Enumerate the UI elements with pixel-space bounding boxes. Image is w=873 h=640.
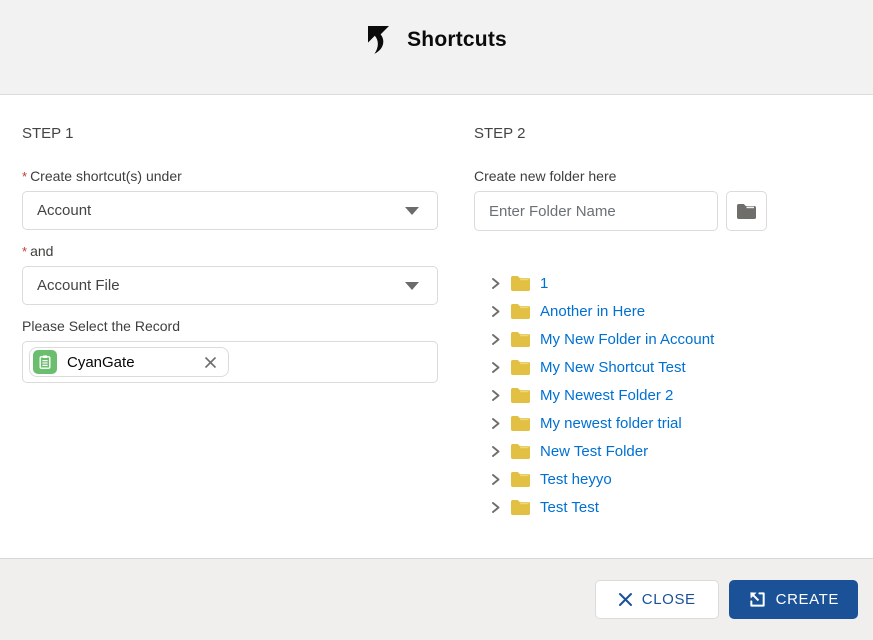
folder-link[interactable]: New Test Folder xyxy=(540,443,648,460)
folder-tree-row[interactable]: Test heyyo xyxy=(490,465,851,493)
chevron-down-icon xyxy=(405,207,419,215)
folder-link[interactable]: Test Test xyxy=(540,499,599,516)
required-marker: * xyxy=(22,244,27,259)
step2-panel: STEP 2 Create new folder here xyxy=(474,125,851,558)
folder-icon xyxy=(510,331,531,348)
chevron-right-icon[interactable] xyxy=(490,361,501,374)
folder-link[interactable]: 1 xyxy=(540,275,548,292)
close-icon xyxy=(618,592,633,607)
folder-icon xyxy=(736,203,757,220)
new-folder-label: Create new folder here xyxy=(474,168,851,184)
create-under-value: Account xyxy=(37,202,91,219)
folder-icon xyxy=(510,499,531,516)
folder-icon xyxy=(510,359,531,376)
folder-tree-row[interactable]: My Newest Folder 2 xyxy=(490,381,851,409)
folder-icon xyxy=(510,443,531,460)
file-type-select[interactable]: Account File xyxy=(22,266,438,305)
step1-panel: STEP 1 *Create shortcut(s) under Account… xyxy=(22,125,438,558)
shortcuts-modal: Shortcuts STEP 1 *Create shortcut(s) und… xyxy=(0,0,873,640)
chevron-right-icon[interactable] xyxy=(490,277,501,290)
chevron-right-icon[interactable] xyxy=(490,417,501,430)
chevron-right-icon[interactable] xyxy=(490,501,501,514)
folder-link[interactable]: Test heyyo xyxy=(540,471,612,488)
folder-icon xyxy=(510,303,531,320)
step1-heading: STEP 1 xyxy=(22,125,438,142)
folder-link[interactable]: My New Folder in Account xyxy=(540,331,714,348)
required-marker: * xyxy=(22,169,27,184)
folder-tree-row[interactable]: My New Folder in Account xyxy=(490,325,851,353)
create-under-select[interactable]: Account xyxy=(22,191,438,230)
folder-link[interactable]: My Newest Folder 2 xyxy=(540,387,673,404)
folder-icon xyxy=(510,415,531,432)
create-under-label: *Create shortcut(s) under xyxy=(22,168,438,184)
folder-link[interactable]: Another in Here xyxy=(540,303,645,320)
step2-heading: STEP 2 xyxy=(474,125,851,142)
folder-tree-row[interactable]: Test Test xyxy=(490,493,851,521)
create-button[interactable]: CREATE xyxy=(729,580,858,619)
record-box[interactable]: CyanGate xyxy=(22,341,438,383)
record-pill[interactable]: CyanGate xyxy=(29,347,229,377)
folder-tree: 1 Another in Here xyxy=(474,269,851,521)
modal-header: Shortcuts xyxy=(0,0,873,95)
page-title: Shortcuts xyxy=(407,28,507,52)
chevron-right-icon[interactable] xyxy=(490,473,501,486)
close-button-label: CLOSE xyxy=(642,591,696,608)
modal-footer: CLOSE CREATE xyxy=(0,558,873,640)
close-button[interactable]: CLOSE xyxy=(595,580,719,619)
chevron-right-icon[interactable] xyxy=(490,445,501,458)
chevron-right-icon[interactable] xyxy=(490,333,501,346)
modal-body: STEP 1 *Create shortcut(s) under Account… xyxy=(0,95,873,558)
record-pill-name: CyanGate xyxy=(67,354,193,371)
chevron-right-icon[interactable] xyxy=(490,305,501,318)
folder-tree-row[interactable]: 1 xyxy=(490,269,851,297)
folder-icon xyxy=(510,275,531,292)
shortcut-arrow-icon xyxy=(366,25,393,56)
file-type-value: Account File xyxy=(37,277,120,294)
folder-icon xyxy=(510,387,531,404)
folder-tree-row[interactable]: My newest folder trial xyxy=(490,409,851,437)
remove-record-icon[interactable] xyxy=(203,355,218,370)
create-button-label: CREATE xyxy=(776,591,839,608)
folder-create-row xyxy=(474,191,851,231)
chevron-down-icon xyxy=(405,282,419,290)
create-folder-button[interactable] xyxy=(726,191,767,231)
folder-name-input[interactable] xyxy=(474,191,718,231)
account-record-icon xyxy=(33,350,57,374)
folder-icon xyxy=(510,471,531,488)
and-label: *and xyxy=(22,243,438,259)
folder-link[interactable]: My newest folder trial xyxy=(540,415,682,432)
folder-tree-row[interactable]: New Test Folder xyxy=(490,437,851,465)
chevron-right-icon[interactable] xyxy=(490,389,501,402)
folder-tree-row[interactable]: Another in Here xyxy=(490,297,851,325)
create-shortcut-icon xyxy=(748,590,767,609)
folder-link[interactable]: My New Shortcut Test xyxy=(540,359,686,376)
record-select-label: Please Select the Record xyxy=(22,318,438,334)
folder-tree-row[interactable]: My New Shortcut Test xyxy=(490,353,851,381)
